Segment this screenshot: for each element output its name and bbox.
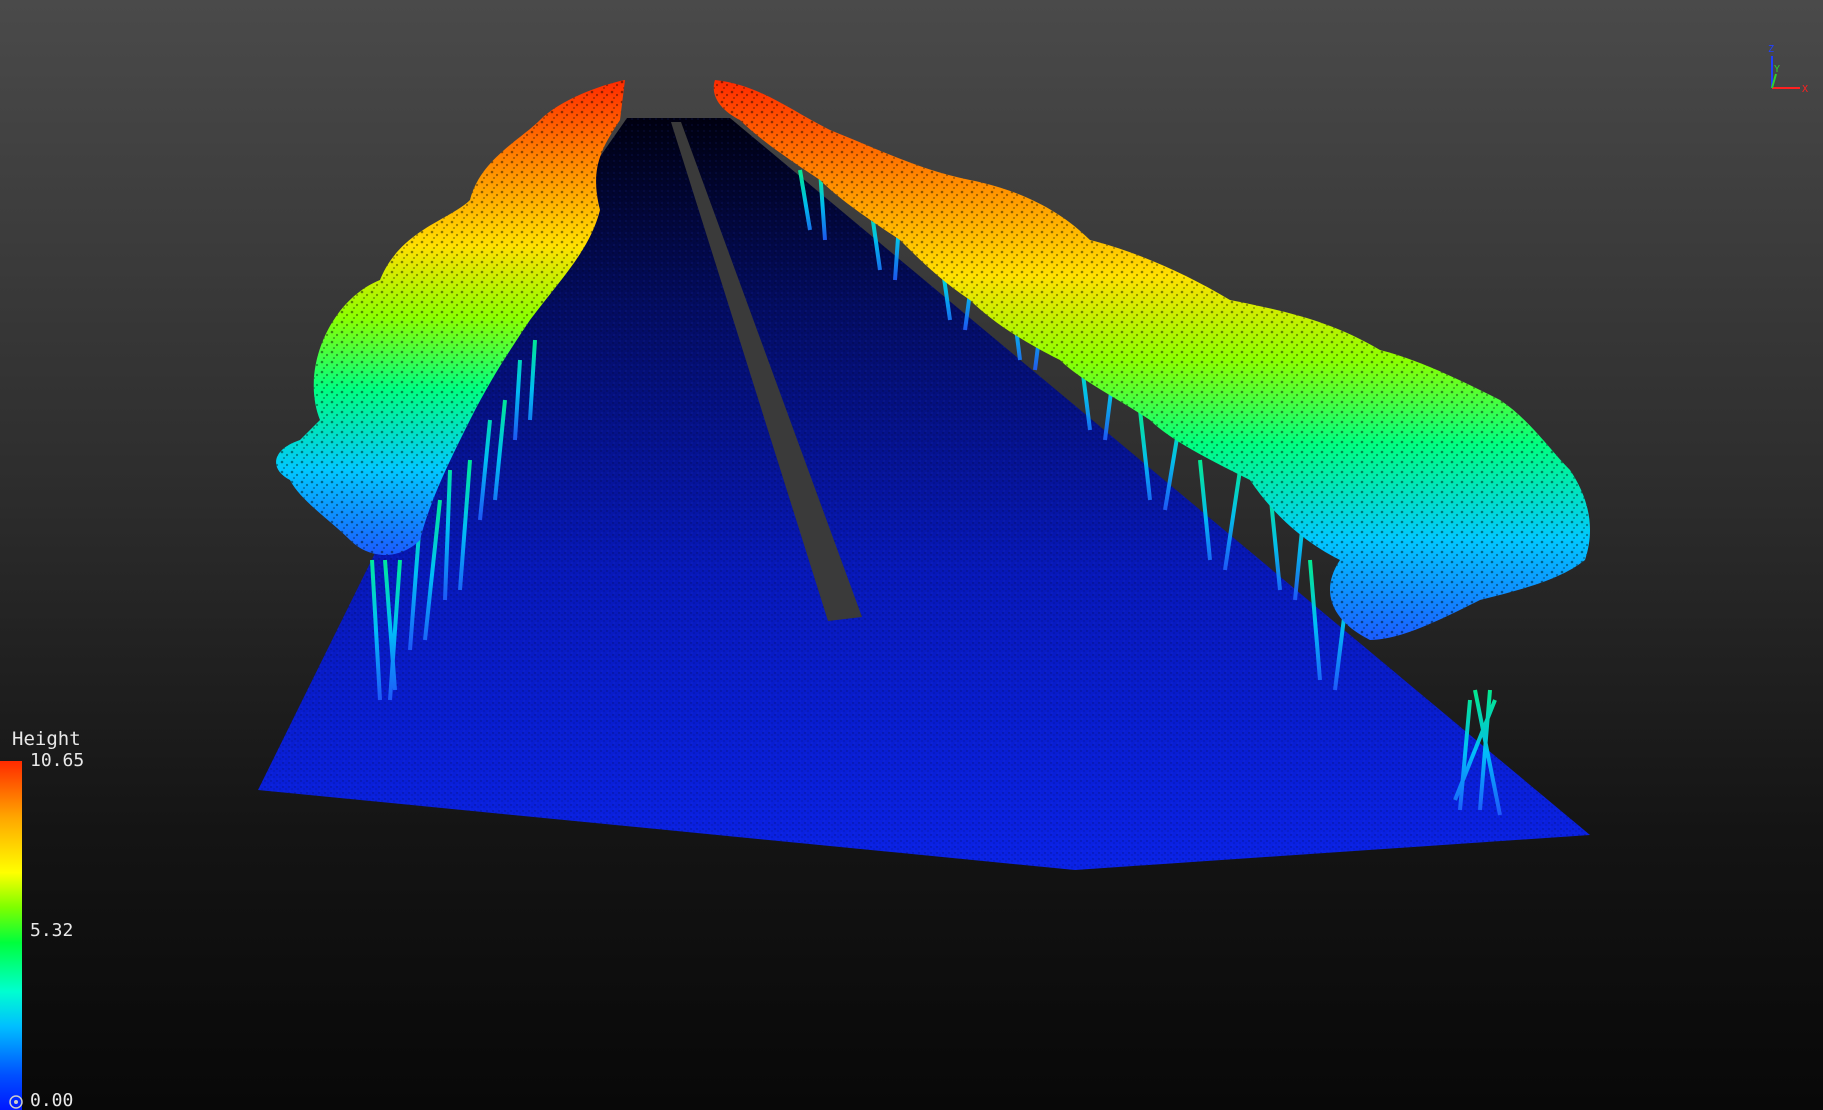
z-axis-label: Z bbox=[1768, 44, 1774, 55]
height-legend: Height 10.65 5.32 0.00 bbox=[0, 728, 140, 1110]
x-axis-label: X bbox=[1802, 84, 1808, 95]
viewer-corner-icon[interactable] bbox=[8, 1094, 24, 1110]
height-color-scale bbox=[0, 761, 22, 1110]
point-cloud-viewport[interactable]: Z Y X Height 10.65 5.32 0.00 bbox=[0, 0, 1823, 1110]
legend-min-label: 0.00 bbox=[30, 1090, 74, 1110]
axis-gizmo[interactable]: Z Y X bbox=[1752, 40, 1812, 100]
point-cloud-scene[interactable] bbox=[0, 0, 1823, 1110]
legend-max-label: 10.65 bbox=[30, 750, 85, 771]
legend-title: Height bbox=[12, 728, 81, 750]
legend-mid-label: 5.32 bbox=[30, 920, 74, 941]
y-axis-label: Y bbox=[1774, 64, 1780, 75]
